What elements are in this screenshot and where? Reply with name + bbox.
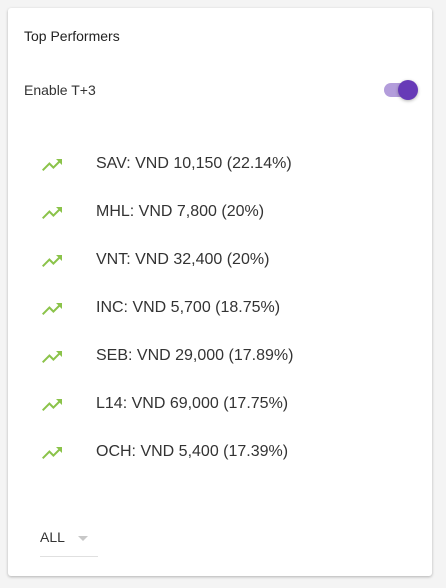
t3-toggle-row: Enable T+3: [24, 80, 418, 102]
trending-up-icon: [42, 303, 62, 315]
list-item: MHL: VND 7,800 (20%): [8, 188, 432, 236]
list-item: SEB: VND 29,000 (17.89%): [8, 332, 432, 380]
performer-text: OCH: VND 5,400 (17.39%): [96, 443, 289, 460]
top-performers-card: Top Performers Enable T+3 SAV: VND 10,15…: [8, 8, 432, 576]
filter-select[interactable]: ALL: [40, 524, 98, 557]
t3-toggle-label: Enable T+3: [24, 82, 96, 98]
filter-select-value: ALL: [40, 529, 65, 545]
performer-text: SAV: VND 10,150 (22.14%): [96, 155, 292, 172]
trending-up-icon: [42, 447, 62, 459]
performer-text: VNT: VND 32,400 (20%): [96, 251, 270, 268]
card-title: Top Performers: [24, 28, 120, 44]
trending-up-icon: [42, 255, 62, 267]
performer-text: INC: VND 5,700 (18.75%): [96, 299, 281, 316]
list-item: SAV: VND 10,150 (22.14%): [8, 140, 432, 188]
list-item: VNT: VND 32,400 (20%): [8, 236, 432, 284]
performers-list: SAV: VND 10,150 (22.14%) MHL: VND 7,800 …: [8, 140, 432, 476]
list-item: INC: VND 5,700 (18.75%): [8, 284, 432, 332]
list-item: OCH: VND 5,400 (17.39%): [8, 428, 432, 476]
performer-text: L14: VND 69,000 (17.75%): [96, 395, 289, 412]
trending-up-icon: [42, 399, 62, 411]
list-item: L14: VND 69,000 (17.75%): [8, 380, 432, 428]
trending-up-icon: [42, 351, 62, 363]
toggle-thumb: [398, 80, 418, 100]
t3-toggle-switch[interactable]: [382, 80, 418, 100]
trending-up-icon: [42, 207, 62, 219]
trending-up-icon: [42, 159, 62, 171]
performer-text: SEB: VND 29,000 (17.89%): [96, 347, 294, 364]
dropdown-arrow-icon: [78, 536, 88, 541]
performer-text: MHL: VND 7,800 (20%): [96, 203, 265, 220]
